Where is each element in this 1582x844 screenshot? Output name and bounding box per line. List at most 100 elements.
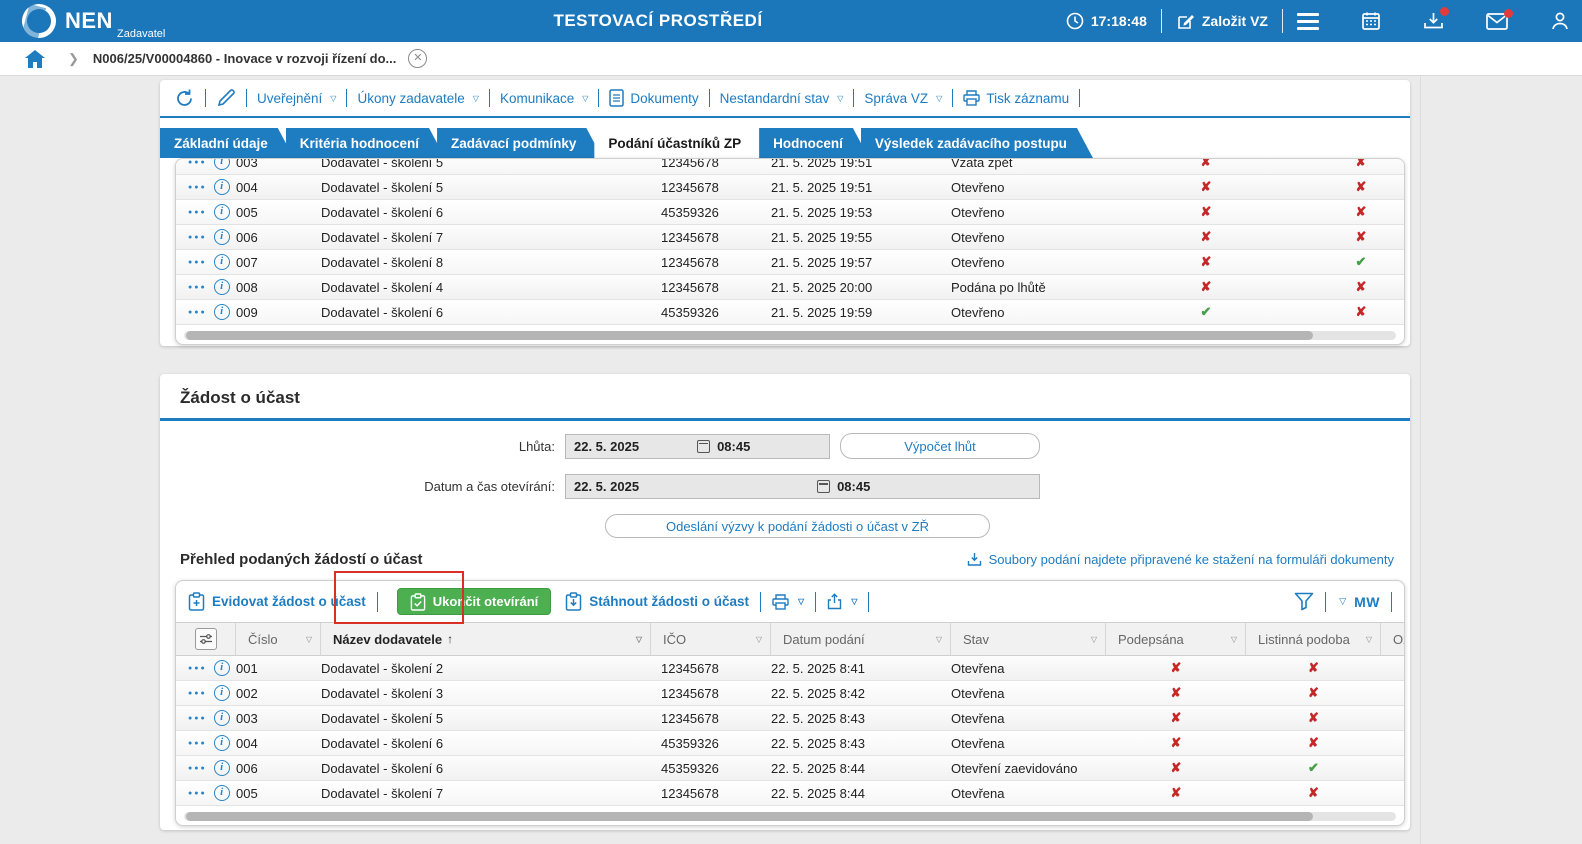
menu-nestandardni-stav[interactable]: Nestandardní stav ▽: [720, 91, 844, 106]
table-row[interactable]: ●●● i 009 Dodavatel - školení 6 45359326 …: [176, 300, 1404, 325]
info-icon[interactable]: i: [213, 710, 230, 726]
horizontal-scrollbar[interactable]: [184, 812, 1396, 821]
column-ico[interactable]: IČO ▽: [651, 622, 771, 656]
home-icon[interactable]: [24, 49, 46, 69]
stahnout-button[interactable]: Stáhnout žádosti o účast: [565, 592, 749, 611]
export-button[interactable]: ▽: [827, 593, 857, 610]
calendar-icon[interactable]: [697, 439, 711, 453]
oteviani-datetime-field[interactable]: 22. 5. 2025 08:45: [565, 474, 1040, 499]
row-actions-icon[interactable]: ●●●: [188, 765, 207, 772]
table-row[interactable]: ●●● i 006 Dodavatel - školení 7 12345678 …: [176, 225, 1404, 250]
calendar-icon[interactable]: [817, 480, 831, 493]
row-actions-icon[interactable]: ●●●: [188, 740, 207, 747]
print-table-button[interactable]: ▽: [772, 593, 804, 610]
tab-kriteria-hodnoceni[interactable]: Kritéria hodnocení: [286, 128, 445, 158]
table-row[interactable]: ●●● i 004 Dodavatel - školení 6 45359326 …: [176, 731, 1404, 756]
info-icon[interactable]: i: [213, 660, 230, 676]
nen-logo[interactable]: NEN Zadavatel: [17, 0, 165, 43]
download-note-link[interactable]: Soubory podání najdete připravené ke sta…: [967, 552, 1394, 567]
table-row[interactable]: ●●● i 005 Dodavatel - školení 7 12345678 …: [176, 781, 1404, 806]
messages-button[interactable]: [1486, 8, 1513, 30]
table-row[interactable]: ●●● i 008 Dodavatel - školení 4 12345678 …: [176, 275, 1404, 300]
column-settings-icon[interactable]: [194, 628, 217, 650]
row-actions-icon[interactable]: ●●●: [188, 790, 207, 797]
tab-zadavaci-podminky[interactable]: Zadávací podmínky: [437, 128, 602, 158]
row-actions-icon[interactable]: ●●●: [188, 184, 207, 191]
filter-chevron-icon: ▽: [935, 634, 942, 644]
menu-komunikace[interactable]: Komunikace ▽: [500, 91, 588, 106]
tab-hodnoceni[interactable]: Hodnocení: [759, 128, 869, 158]
menu-sprava-vz[interactable]: Správa VZ ▽: [864, 91, 942, 106]
oteviani-date-value[interactable]: 22. 5. 2025: [566, 479, 639, 494]
row-actions-icon[interactable]: ●●●: [188, 209, 207, 216]
menu-icon[interactable]: [1297, 12, 1319, 30]
chevron-down-icon[interactable]: ▽: [1339, 596, 1346, 607]
info-icon[interactable]: i: [213, 785, 230, 801]
column-oznaceni[interactable]: Označe: [1381, 623, 1404, 656]
signed-mark: ✘: [1170, 735, 1182, 750]
signed-mark: ✘: [1200, 254, 1212, 269]
tab-zakladni-udaje[interactable]: Základní údaje: [160, 128, 294, 158]
ico: 45359326: [661, 304, 719, 320]
table-row[interactable]: ●●● i 005 Dodavatel - školení 6 45359326 …: [176, 200, 1404, 225]
scrollbar-thumb[interactable]: [186, 812, 1314, 821]
row-actions-icon[interactable]: ●●●: [188, 690, 207, 697]
vypocet-lhut-button[interactable]: Výpočet lhůt: [840, 433, 1040, 459]
menu-uverejneni[interactable]: Uveřejnění ▽: [257, 91, 336, 106]
menu-ukony-zadavatele[interactable]: Úkony zadavatele ▽: [357, 91, 478, 106]
mw-view-button[interactable]: MW: [1354, 594, 1380, 610]
oteviani-time-value[interactable]: 08:45: [837, 479, 870, 494]
info-icon[interactable]: i: [213, 179, 230, 195]
row-actions-icon[interactable]: ●●●: [188, 715, 207, 722]
column-stav[interactable]: Stav ▽: [951, 622, 1106, 656]
menu-dokumenty[interactable]: Dokumenty: [609, 89, 699, 107]
info-icon[interactable]: i: [213, 735, 230, 751]
signed-mark: ✘: [1170, 760, 1182, 775]
close-record-icon[interactable]: ✕: [408, 49, 428, 68]
row-actions-icon[interactable]: ●●●: [188, 665, 207, 672]
column-nazev[interactable]: Název dodavatele ↑ ▽: [321, 622, 651, 656]
send-invitation-button[interactable]: Odeslání výzvy k podání žádosti o účast …: [605, 514, 990, 538]
info-icon[interactable]: i: [213, 279, 230, 295]
table-row[interactable]: ●●● i 004 Dodavatel - školení 5 12345678 …: [176, 175, 1404, 200]
table-row[interactable]: ●●● i 002 Dodavatel - školení 3 12345678 …: [176, 681, 1404, 706]
info-icon[interactable]: i: [213, 204, 230, 220]
column-listinna-podoba[interactable]: Listinná podoba ▽: [1246, 622, 1381, 656]
horizontal-scrollbar[interactable]: [184, 331, 1396, 340]
info-icon[interactable]: i: [213, 685, 230, 701]
ukoncit-oteviani-button[interactable]: Ukončit otevírání: [396, 588, 552, 615]
edit-pencil-icon[interactable]: [216, 88, 236, 108]
column-cislo[interactable]: Číslo ▽: [236, 622, 321, 656]
user-profile-button[interactable]: [1550, 11, 1570, 31]
lhuta-datetime-field[interactable]: 22. 5. 2025 08:45: [565, 433, 830, 459]
row-actions-icon[interactable]: ●●●: [188, 259, 207, 266]
info-icon[interactable]: i: [213, 159, 230, 170]
table-row[interactable]: ●●● i 007 Dodavatel - školení 8 12345678 …: [176, 250, 1404, 275]
create-vz-button[interactable]: Založit VZ: [1176, 12, 1268, 31]
info-icon[interactable]: i: [213, 254, 230, 270]
row-actions-icon[interactable]: ●●●: [188, 309, 207, 316]
breadcrumb-item[interactable]: N006/25/V00004860 - Inovace v rozvoji ří…: [93, 51, 396, 66]
info-icon[interactable]: i: [213, 229, 230, 245]
table-row[interactable]: ●●● i 001 Dodavatel - školení 2 12345678 …: [176, 656, 1404, 681]
column-datum-podani[interactable]: Datum podání ▽: [771, 622, 951, 656]
row-actions-icon[interactable]: ●●●: [188, 159, 207, 166]
menu-tisk-zaznamu[interactable]: Tisk záznamu: [963, 90, 1069, 106]
row-actions-icon[interactable]: ●●●: [188, 234, 207, 241]
evidovat-button[interactable]: Evidovat žádost o účast: [188, 592, 366, 611]
lhuta-date-value[interactable]: 22. 5. 2025: [566, 439, 639, 454]
calendar-button[interactable]: [1361, 11, 1381, 31]
table-row[interactable]: ●●● i 006 Dodavatel - školení 6 45359326 …: [176, 756, 1404, 781]
table-row[interactable]: ●●● i 003 Dodavatel - školení 5 12345678 …: [176, 706, 1404, 731]
row-actions-icon[interactable]: ●●●: [188, 284, 207, 291]
column-podepsana[interactable]: Podepsána ▽: [1106, 622, 1246, 656]
filter-funnel-icon[interactable]: [1294, 592, 1314, 611]
downloads-button[interactable]: [1423, 7, 1449, 31]
info-icon[interactable]: i: [213, 760, 230, 776]
lhuta-time-value[interactable]: 08:45: [717, 439, 750, 454]
tab-podani-ucastniku-zp[interactable]: Podání účastníků ZP: [594, 128, 767, 158]
info-icon[interactable]: i: [213, 304, 230, 320]
scrollbar-thumb[interactable]: [186, 331, 1314, 340]
refresh-icon[interactable]: [174, 88, 195, 109]
tab-vysledek[interactable]: Výsledek zadávacího postupu: [861, 128, 1093, 158]
